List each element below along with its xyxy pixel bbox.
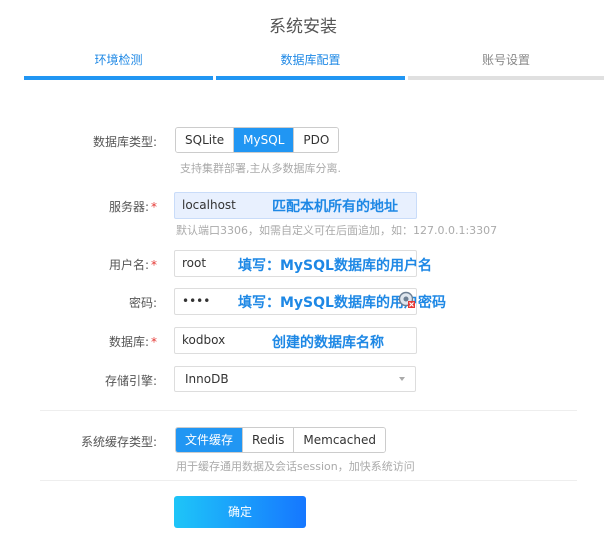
confirm-button[interactable]: 确定 [174,496,306,528]
section-divider [40,480,577,481]
cache-type-label: 系统缓存类型: [80,435,157,449]
cache-type-redis-option[interactable]: Redis [242,428,294,452]
chevron-down-icon [399,377,405,381]
step-env-check-bar [24,76,213,80]
section-divider [40,410,577,411]
db-type-pdo-option[interactable]: PDO [293,128,339,152]
password-manager-icon[interactable] [398,291,416,309]
engine-select-value: InnoDB [185,372,229,386]
engine-select[interactable]: InnoDB [174,366,416,392]
server-annotation: 匹配本机所有的地址 [272,199,398,215]
required-mark: * [151,258,157,272]
step-db-config: 数据库配置 [216,48,405,80]
database-label: 数据库: * [0,333,157,350]
database-label-text: 数据库: [108,335,149,349]
engine-label: 存储引擎: [104,374,157,388]
cache-type-file-option[interactable]: 文件缓存 [176,428,243,452]
required-mark: * [151,335,157,349]
db-type-label: 数据库类型: [92,135,157,149]
server-label: 服务器: * [0,198,157,215]
username-label-text: 用户名: [108,258,149,272]
db-type-hint: 支持集群部署,主从多数据库分离. [180,162,341,175]
step-account-settings: 账号设置 [408,48,604,80]
server-hint: 默认端口3306，如需自定义可在后面追加，如：127.0.0.1:3307 [176,224,498,237]
password-label: 密码: [128,296,157,310]
cache-type-selector: 文件缓存 Redis Memcached [175,427,386,453]
database-annotation: 创建的数据库名称 [272,335,384,351]
cache-type-memcached-option[interactable]: Memcached [293,428,385,452]
step-env-check-label: 环境检测 [94,53,143,67]
step-account-settings-label: 账号设置 [481,53,530,67]
cache-type-hint: 用于缓存通用数据及会话session，加快系统访问 [176,460,415,473]
step-account-settings-bar [408,76,604,80]
step-progress: 环境检测 数据库配置 账号设置 [24,48,604,80]
server-label-text: 服务器: [108,200,149,214]
db-type-sqlite-option[interactable]: SQLite [176,128,234,152]
db-type-selector: SQLite MySQL PDO [175,127,340,153]
db-type-mysql-option[interactable]: MySQL [233,128,294,152]
step-db-config-bar [216,76,405,80]
step-db-config-label: 数据库配置 [280,53,341,67]
step-env-check: 环境检测 [24,48,213,80]
required-mark: * [151,200,157,214]
page-title: 系统安装 [269,17,337,37]
username-label: 用户名: * [0,256,157,273]
username-annotation: 填写：MySQL数据库的用户名 [238,258,432,274]
